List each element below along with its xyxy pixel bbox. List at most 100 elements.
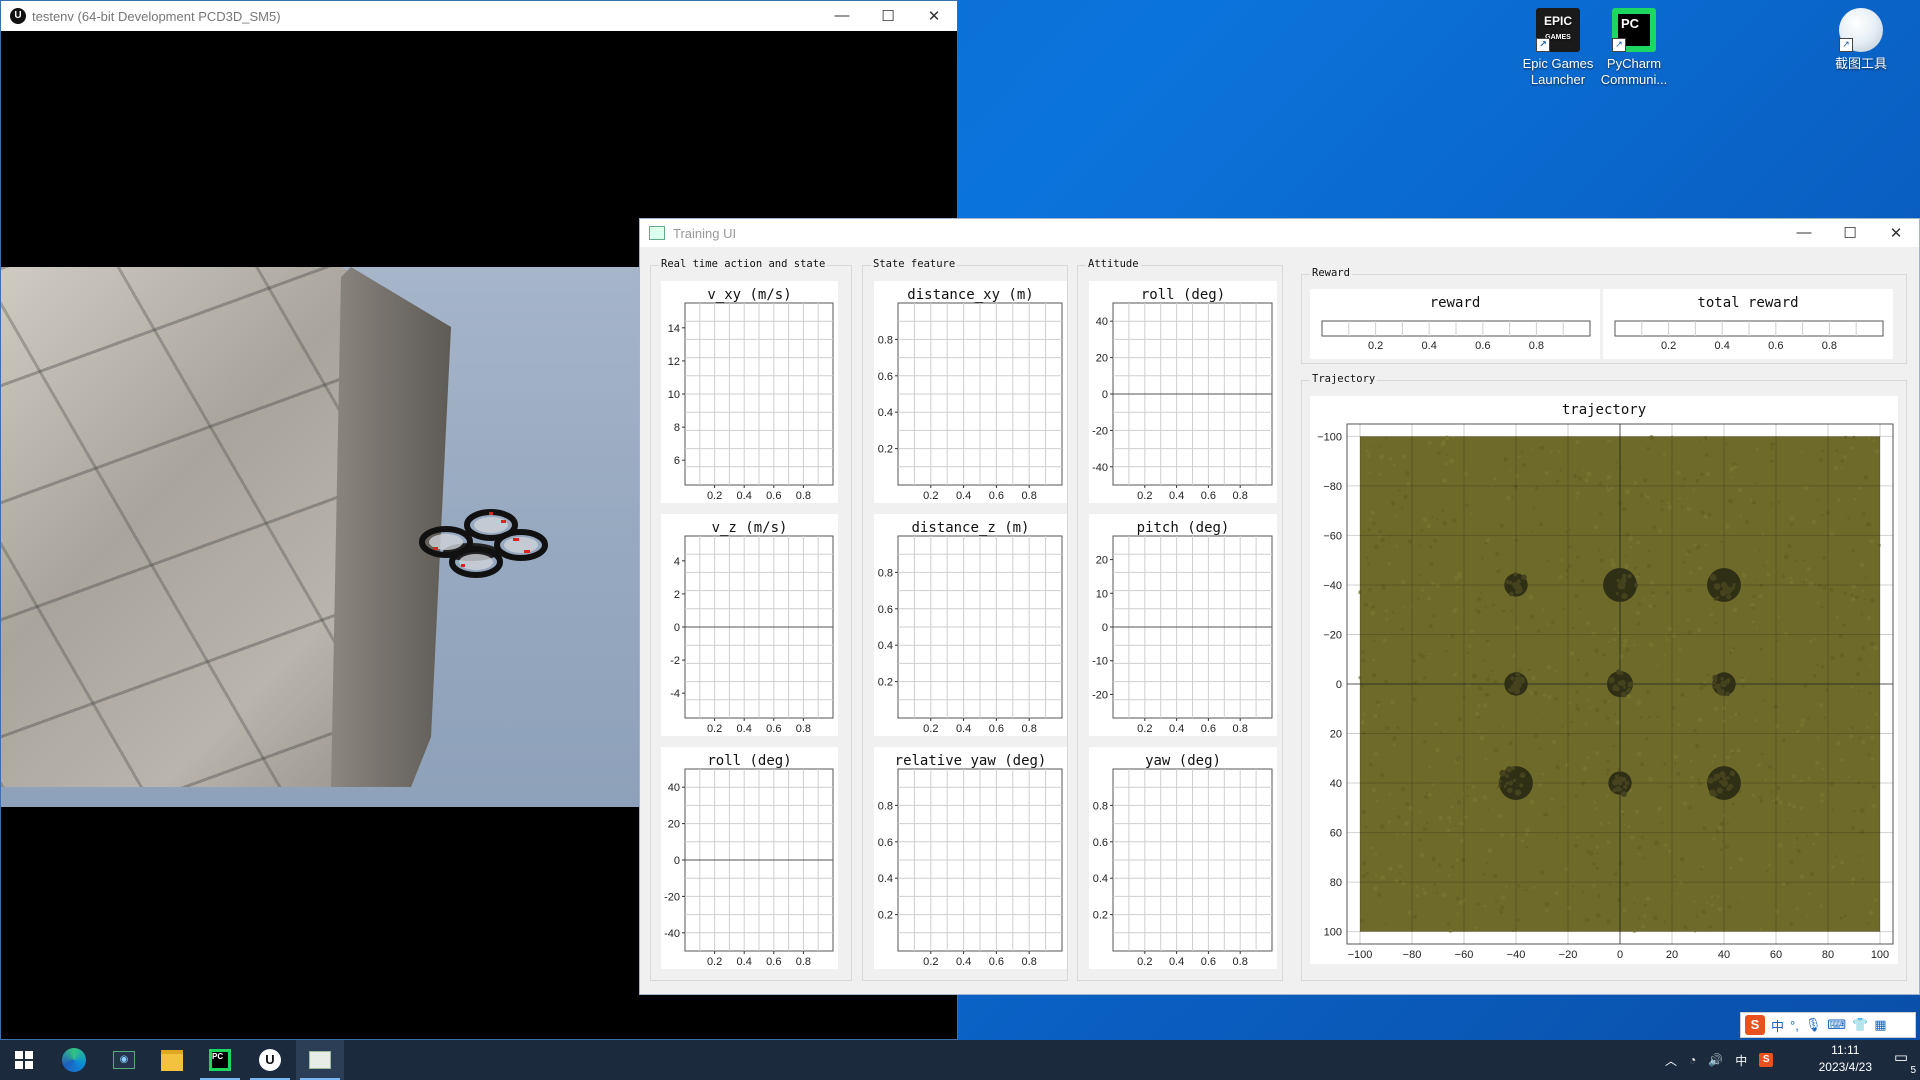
- plot-attitude-roll[interactable]: roll (deg) 40 20 0 -20 -40 0.2 0.4 0.6 0.8: [1089, 281, 1277, 503]
- x-tick-label: 0: [1617, 949, 1623, 961]
- texture-dot: [1624, 564, 1629, 569]
- close-button[interactable]: ✕: [1873, 224, 1919, 242]
- texture-dot: [1516, 884, 1521, 888]
- obstacle-leaf: [1720, 676, 1724, 681]
- maximize-button[interactable]: ☐: [865, 7, 911, 25]
- network-icon[interactable]: ◔: [1689, 1053, 1696, 1067]
- notification-button[interactable]: ▭ 5: [1888, 1048, 1916, 1076]
- texture-dot: [1594, 806, 1599, 811]
- obstacle-leaf: [1615, 786, 1621, 792]
- texture-dot: [1644, 494, 1647, 497]
- texture-dot: [1716, 825, 1722, 831]
- obstacle-leaf: [1515, 589, 1521, 595]
- sogou-icon[interactable]: S: [1745, 1015, 1765, 1035]
- maximize-button[interactable]: ☐: [1827, 224, 1873, 242]
- texture-dot: [1493, 747, 1499, 753]
- y-tick-label: 0.4: [878, 873, 893, 885]
- obstacle-leaf: [1622, 685, 1626, 689]
- plot-canvas: 0.8 0.6 0.4 0.2 0.2 0.4 0.6 0.8: [1093, 768, 1273, 968]
- taskbar-unreal[interactable]: U: [246, 1040, 294, 1080]
- texture-dot: [1546, 623, 1549, 626]
- keyboard-icon[interactable]: ⌨: [1827, 1017, 1846, 1033]
- texture-dot: [1614, 548, 1617, 551]
- texture-dot: [1476, 596, 1482, 602]
- texture-dot: [1859, 829, 1865, 835]
- punctuation-icon[interactable]: °,: [1790, 1018, 1799, 1033]
- sogou-tray-icon[interactable]: S: [1759, 1053, 1774, 1067]
- texture-dot: [1729, 866, 1733, 870]
- plot-relative-yaw[interactable]: relative yaw (deg) 0.8 0.6 0.4 0.2 0.2 0.4 0.6 0…: [874, 747, 1067, 969]
- plot-total-reward[interactable]: total reward 0.2 0.4 0.6 0.8: [1603, 289, 1893, 359]
- texture-dot: [1485, 539, 1489, 543]
- y-tick-label: -20: [664, 891, 680, 903]
- texture-dot: [1636, 575, 1640, 579]
- texture-dot: [1511, 496, 1514, 499]
- texture-dot: [1784, 631, 1788, 636]
- ue-titlebar[interactable]: U testenv (64-bit Development PCD3D_SM5)…: [1, 1, 957, 31]
- ime-language-toggle[interactable]: 中: [1771, 1016, 1784, 1035]
- texture-dot: [1419, 852, 1425, 858]
- plot-trajectory[interactable]: trajectory −100 −100 −80 −80 −60 −60 −40 −40 −20−…: [1310, 396, 1898, 964]
- texture-dot: [1693, 900, 1696, 903]
- texture-dot: [1551, 620, 1555, 625]
- x-tick-label: 0.4: [1169, 956, 1184, 968]
- minimize-button[interactable]: —: [1781, 224, 1827, 242]
- taskbar-edge[interactable]: [50, 1040, 98, 1080]
- plot-canvas: 0.8 0.6 0.4 0.2 0.2 0.4 0.6 0.8: [878, 535, 1063, 735]
- plot-distance-xy[interactable]: distance_xy (m) 0.8 0.6 0.4 0.2 0.2 0.4 0.6 0.8: [874, 281, 1067, 503]
- taskbar-app[interactable]: ◉: [100, 1040, 148, 1080]
- plot-reward[interactable]: reward 0.2 0.4 0.6 0.8: [1310, 289, 1600, 359]
- texture-dot: [1800, 723, 1804, 727]
- obstacle-leaf: [1707, 777, 1714, 784]
- plot-v-z[interactable]: v_z (m/s) 4 2 0 -2 -4 0.2 0.4 0.6 0.8: [661, 514, 838, 736]
- training-titlebar[interactable]: Training UI — ☐ ✕: [640, 219, 1919, 247]
- unreal-icon: U: [259, 1049, 281, 1071]
- close-button[interactable]: ✕: [911, 7, 957, 25]
- chevron-up-icon[interactable]: ︿: [1665, 1052, 1677, 1069]
- taskbar-file-explorer[interactable]: [148, 1040, 196, 1080]
- obstacle-leaf: [1716, 595, 1720, 600]
- texture-dot: [1790, 523, 1794, 527]
- start-button[interactable]: [0, 1040, 48, 1080]
- texture-dot: [1441, 509, 1445, 513]
- texture-dot: [1415, 885, 1419, 889]
- desktop-icon-label: PyCharm: [1606, 56, 1662, 71]
- microphone-icon[interactable]: 🎙: [1805, 1017, 1822, 1033]
- obstacle-leaf: [1505, 766, 1513, 773]
- taskbar-pycharm[interactable]: PC: [196, 1040, 244, 1080]
- input-language[interactable]: 中: [1735, 1052, 1747, 1069]
- texture-dot: [1667, 501, 1670, 505]
- toolbox-icon[interactable]: ▦: [1874, 1017, 1886, 1033]
- texture-dot: [1400, 787, 1406, 792]
- texture-dot: [1482, 872, 1486, 876]
- skin-icon[interactable]: 👕: [1852, 1017, 1868, 1033]
- texture-dot: [1574, 593, 1579, 599]
- texture-dot: [1762, 699, 1765, 702]
- plot-distance-z[interactable]: distance_z (m) 0.8 0.6 0.4 0.2 0.2 0.4 0.6 0.8: [874, 514, 1067, 736]
- taskbar-training-ui[interactable]: [296, 1040, 344, 1080]
- volume-icon[interactable]: 🔊: [1708, 1053, 1723, 1067]
- plot-realtime-roll[interactable]: roll (deg) 40 20 0 -20 -40 0.2 0.4 0.6 0.8: [661, 747, 838, 969]
- texture-dot: [1582, 891, 1585, 894]
- texture-dot: [1477, 686, 1483, 692]
- texture-dot: [1809, 872, 1815, 877]
- texture-dot: [1858, 486, 1863, 491]
- minimize-button[interactable]: —: [819, 7, 865, 25]
- plot-yaw[interactable]: yaw (deg) 0.8 0.6 0.4 0.2 0.2 0.4 0.6 0.8: [1089, 747, 1277, 969]
- ime-toolbar[interactable]: S 中 °, 🎙 ⌨ 👕 ▦: [1740, 1012, 1916, 1038]
- plot-pitch[interactable]: pitch (deg) 20 10 0 -10 -20 0.2 0.4 0.6 0.8: [1089, 514, 1277, 736]
- desktop-icon-pycharm[interactable]: PC ↗ PyCharm Communi...: [1591, 8, 1677, 88]
- texture-dot: [1418, 810, 1422, 814]
- texture-dot: [1379, 823, 1385, 829]
- texture-dot: [1725, 700, 1728, 704]
- texture-dot: [1645, 737, 1649, 741]
- texture-dot: [1567, 564, 1572, 569]
- texture-dot: [1610, 558, 1614, 563]
- desktop-icon-epic[interactable]: EPIC GAMES ↗ Epic Games Launcher: [1515, 8, 1601, 88]
- texture-dot: [1370, 610, 1376, 616]
- plot-v-xy[interactable]: v_xy (m/s) 14 12 10 8 6 0.2 0.4 0.6 0.8: [661, 281, 838, 503]
- desktop-icon-snipping[interactable]: ↗ 截图工具: [1818, 8, 1904, 72]
- texture-dot: [1782, 574, 1786, 578]
- clock[interactable]: 11:11 2023/4/23: [1819, 1042, 1872, 1076]
- texture-dot: [1645, 896, 1650, 901]
